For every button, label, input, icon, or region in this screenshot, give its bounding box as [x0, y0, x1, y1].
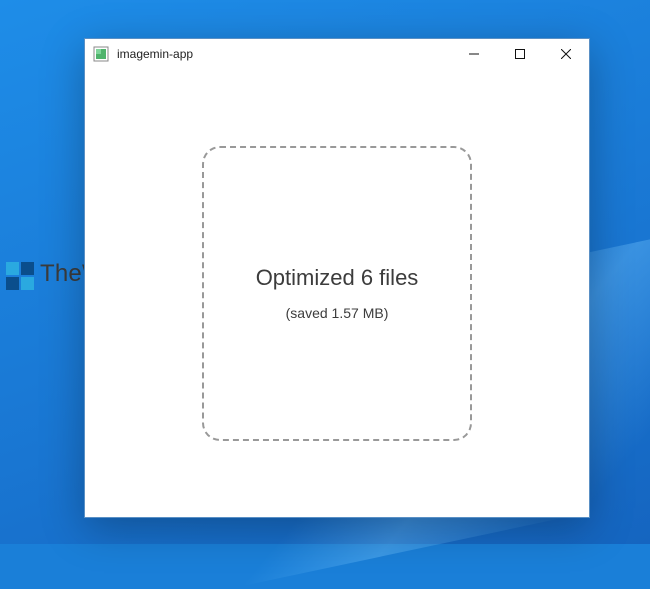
maximize-button[interactable] — [497, 39, 543, 69]
result-sub-text: (saved 1.57 MB) — [286, 305, 389, 321]
window-controls — [451, 39, 589, 69]
titlebar-left: imagemin-app — [85, 46, 193, 62]
client-area: Optimized 6 files (saved 1.57 MB) — [85, 69, 589, 517]
dropzone[interactable]: Optimized 6 files (saved 1.57 MB) — [202, 146, 472, 441]
close-button[interactable] — [543, 39, 589, 69]
titlebar[interactable]: imagemin-app — [85, 39, 589, 69]
app-icon — [93, 46, 109, 62]
minimize-button[interactable] — [451, 39, 497, 69]
watermark-logo-icon — [6, 262, 34, 290]
window-title: imagemin-app — [117, 47, 193, 61]
result-main-text: Optimized 6 files — [256, 265, 419, 291]
app-window: imagemin-app Optimized 6 files (saved 1.… — [84, 38, 590, 518]
